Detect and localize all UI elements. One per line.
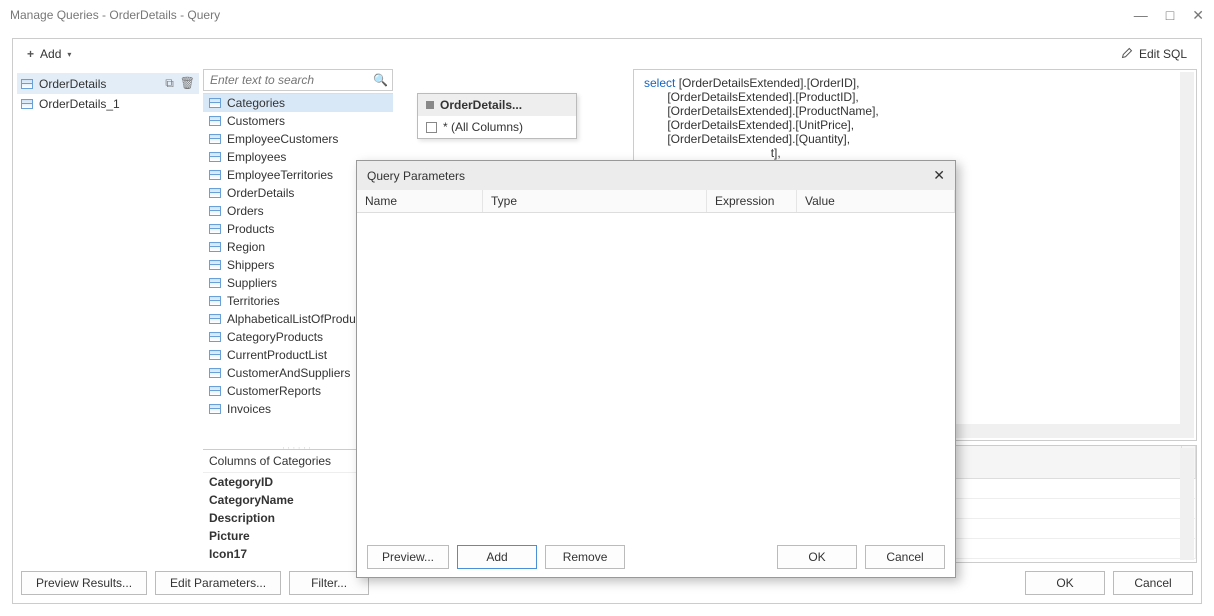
dialog-col-name[interactable]: Name (357, 190, 483, 212)
diagram-table-header[interactable]: OrderDetails... (418, 94, 576, 116)
edit-parameters-button[interactable]: Edit Parameters... (155, 571, 281, 595)
pencil-icon (1121, 47, 1133, 62)
table-name: Region (227, 240, 265, 254)
diagram-table-title: OrderDetails... (440, 98, 522, 112)
table-row[interactable]: Customers (203, 112, 393, 130)
table-name: Employees (227, 150, 286, 164)
table-icon (209, 350, 221, 360)
plus-icon: + (27, 47, 34, 61)
chevron-down-icon: ▾ (67, 50, 71, 59)
table-icon (209, 152, 221, 162)
table-name: Shippers (227, 258, 274, 272)
table-icon (426, 101, 434, 109)
table-icon (209, 134, 221, 144)
table-icon (209, 98, 221, 108)
cancel-button[interactable]: Cancel (1113, 571, 1193, 595)
titlebar: Manage Queries - OrderDetails - Query — … (0, 0, 1214, 30)
table-icon (209, 260, 221, 270)
dialog-preview-button[interactable]: Preview... (367, 545, 449, 569)
ok-button[interactable]: OK (1025, 571, 1105, 595)
table-name: CustomerReports (227, 384, 321, 398)
table-icon (209, 368, 221, 378)
trash-icon[interactable]: 🗑 (180, 76, 195, 91)
diagram-all-columns-row[interactable]: * (All Columns) (418, 116, 576, 138)
dialog-grid-header: Name Type Expression Value (357, 190, 955, 213)
table-icon (209, 314, 221, 324)
dialog-cancel-button[interactable]: Cancel (865, 545, 945, 569)
dialog-col-expression[interactable]: Expression (707, 190, 797, 212)
table-name: AlphabeticalListOfProducts (227, 312, 371, 326)
diagram-all-columns-label: * (All Columns) (443, 120, 523, 134)
table-row[interactable]: EmployeeCustomers (203, 130, 393, 148)
table-icon (209, 296, 221, 306)
table-name: Orders (227, 204, 264, 218)
add-label: Add (40, 47, 61, 61)
table-name: Categories (227, 96, 285, 110)
copy-icon[interactable]: ⧉ (165, 76, 174, 91)
table-icon (209, 332, 221, 342)
query-item[interactable]: OrderDetails ⧉ 🗑 (17, 73, 199, 94)
dialog-grid-body[interactable] (357, 213, 955, 537)
add-button[interactable]: + Add ▾ (21, 43, 77, 65)
search-box[interactable]: 🔍 (203, 69, 393, 91)
maximize-button[interactable]: □ (1166, 7, 1174, 24)
dialog-col-value[interactable]: Value (797, 190, 955, 212)
query-parameters-dialog: Query Parameters ✕ Name Type Expression … (356, 160, 956, 578)
top-toolbar: + Add ▾ Edit SQL (13, 39, 1201, 69)
table-icon (209, 242, 221, 252)
dialog-title: Query Parameters (367, 169, 933, 183)
table-name: Customers (227, 114, 285, 128)
window-title: Manage Queries - OrderDetails - Query (10, 8, 1134, 22)
queries-panel: OrderDetails ⧉ 🗑 OrderDetails_1 (13, 69, 203, 563)
dialog-button-bar: Preview... Add Remove OK Cancel (357, 537, 955, 577)
table-name: EmployeeTerritories (227, 168, 333, 182)
table-name: Invoices (227, 402, 271, 416)
query-name: OrderDetails (39, 77, 106, 91)
table-row[interactable]: Categories (203, 94, 393, 112)
minimize-button[interactable]: — (1134, 7, 1148, 24)
query-name: OrderDetails_1 (39, 97, 120, 111)
table-name: CurrentProductList (227, 348, 327, 362)
table-icon (209, 404, 221, 414)
edit-sql-button[interactable]: Edit SQL (1115, 43, 1193, 66)
edit-sql-label: Edit SQL (1139, 47, 1187, 61)
query-item[interactable]: OrderDetails_1 (17, 94, 199, 114)
table-name: Products (227, 222, 274, 236)
dialog-add-button[interactable]: Add (457, 545, 537, 569)
table-name: Suppliers (227, 276, 277, 290)
table-icon (209, 206, 221, 216)
dialog-remove-button[interactable]: Remove (545, 545, 625, 569)
table-icon (21, 79, 33, 89)
scrollbar-vertical[interactable] (1180, 72, 1194, 438)
preview-results-button[interactable]: Preview Results... (21, 571, 147, 595)
table-icon (209, 224, 221, 234)
table-icon (21, 99, 33, 109)
table-icon (209, 116, 221, 126)
diagram-table[interactable]: OrderDetails... * (All Columns) (417, 93, 577, 139)
grid-scrollbar-vertical[interactable] (1180, 448, 1194, 560)
dialog-close-button[interactable]: ✕ (933, 167, 945, 184)
search-input[interactable] (204, 73, 373, 87)
dialog-ok-button[interactable]: OK (777, 545, 857, 569)
table-name: Territories (227, 294, 280, 308)
table-name: EmployeeCustomers (227, 132, 338, 146)
table-icon (209, 278, 221, 288)
close-button[interactable]: ✕ (1192, 7, 1204, 24)
table-icon (209, 386, 221, 396)
table-name: OrderDetails (227, 186, 294, 200)
table-icon (209, 188, 221, 198)
search-icon[interactable]: 🔍 (373, 73, 394, 87)
checkbox-icon[interactable] (426, 122, 437, 133)
table-icon (209, 170, 221, 180)
dialog-titlebar[interactable]: Query Parameters ✕ (357, 161, 955, 190)
table-name: CustomerAndSuppliers (227, 366, 350, 380)
table-name: CategoryProducts (227, 330, 323, 344)
dialog-col-type[interactable]: Type (483, 190, 707, 212)
